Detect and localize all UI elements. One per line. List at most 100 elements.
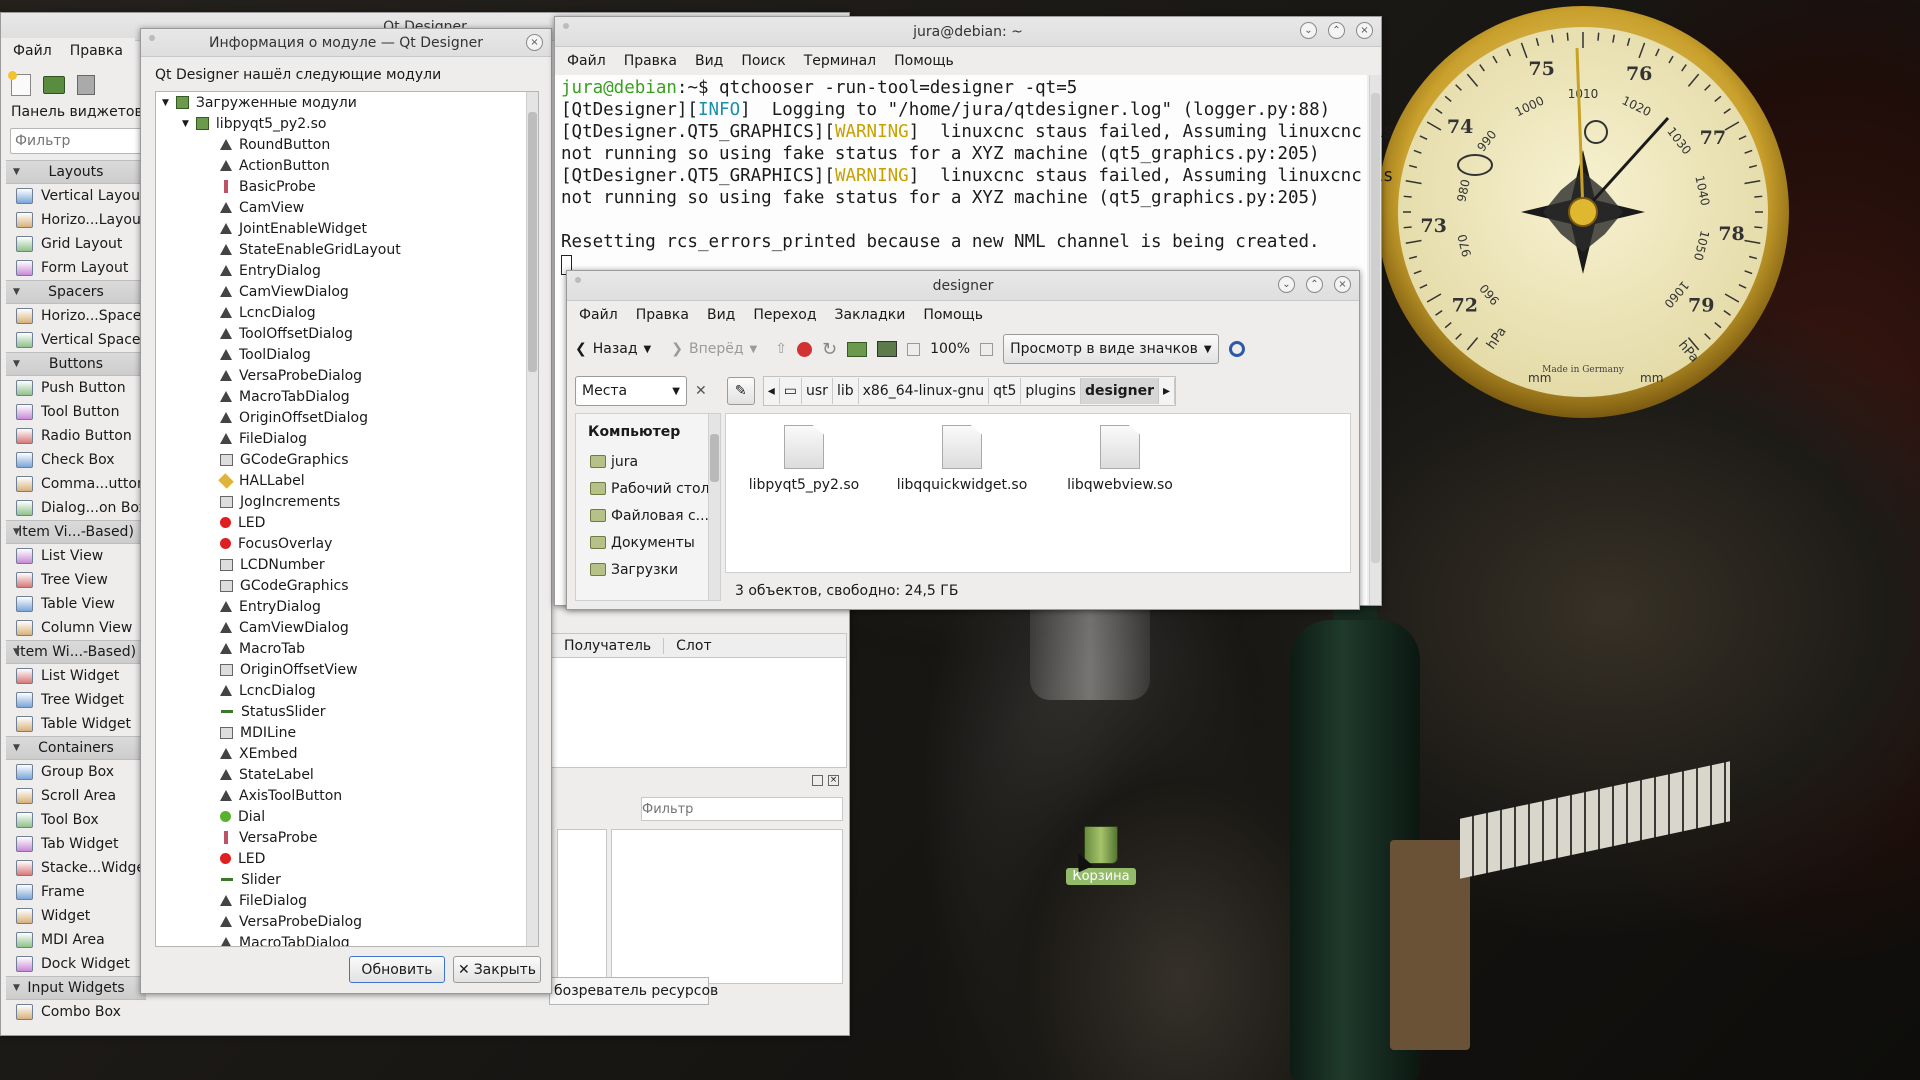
crumb-usr[interactable]: usr (802, 378, 833, 404)
plugin-widget-item[interactable]: LED (156, 512, 538, 533)
edit-path-icon[interactable]: ✎ (726, 377, 755, 405)
plugin-widget-item[interactable]: CamViewDialog (156, 281, 538, 302)
plugin-widget-item[interactable]: ToolOffsetDialog (156, 323, 538, 344)
plugin-widget-item[interactable]: JogIncrements (156, 491, 538, 512)
fm-menu-item[interactable]: Переход (753, 307, 816, 323)
terminal-menu-item[interactable]: Терминал (804, 53, 876, 69)
designer-menu-file[interactable]: Файл (13, 43, 52, 59)
fm-maximize-icon[interactable]: ⌃ (1306, 276, 1323, 293)
file-item[interactable]: libqwebview.so (1055, 425, 1185, 493)
widget-item[interactable]: Combo Box (6, 1000, 146, 1020)
plugin-widget-item[interactable]: JointEnableWidget (156, 218, 538, 239)
sidebar-scrollbar[interactable] (708, 414, 720, 600)
plugin-widget-item[interactable]: Dial (156, 806, 538, 827)
fm-menu-item[interactable]: Закладки (835, 307, 906, 323)
sidebar-item[interactable]: Загрузки (576, 556, 720, 583)
fm-menu-item[interactable]: Правка (636, 307, 689, 323)
open-folder-icon[interactable] (43, 76, 65, 94)
plugin-info-dialog[interactable]: Информация о модуле — Qt Designer × Qt D… (140, 28, 552, 994)
plugin-widget-item[interactable]: GCodeGraphics (156, 449, 538, 470)
search-icon[interactable] (1228, 341, 1245, 357)
widget-item[interactable]: Tool Button (6, 400, 146, 424)
dock-close-icon[interactable]: × (828, 775, 839, 786)
widget-item[interactable]: Horizo...Spacer (6, 304, 146, 328)
widget-item[interactable]: Grid Layout (6, 232, 146, 256)
plugin-tree-scrollbar[interactable] (526, 92, 538, 946)
plugin-dialog-titlebar[interactable]: Информация о модуле — Qt Designer × (141, 29, 551, 57)
widget-item[interactable]: Dialog...on Box (6, 496, 146, 520)
widget-item[interactable]: Tab Widget (6, 832, 146, 856)
dock-float-icon[interactable] (812, 775, 823, 786)
plugin-widget-item[interactable]: OriginOffsetDialog (156, 407, 538, 428)
plugin-tree[interactable]: ▼ Загруженные модули ▼ libpyqt5_py2.so Rou… (155, 91, 539, 947)
widget-category[interactable]: ▼ Item Wi...-Based) (6, 640, 146, 664)
plugin-widget-item[interactable]: StateLabel (156, 764, 538, 785)
plugin-widget-item[interactable]: BasicProbe (156, 176, 538, 197)
col-receiver[interactable]: Получатель (552, 637, 665, 654)
crumb-lib[interactable]: lib (833, 378, 859, 404)
plugin-widget-item[interactable]: MacroTabDialog (156, 932, 538, 946)
terminal-menu-item[interactable]: Помощь (894, 53, 954, 69)
reload-icon[interactable]: ↻ (822, 339, 837, 360)
widget-category[interactable]: ▼ Spacers (6, 280, 146, 304)
refresh-button[interactable]: Обновить (349, 956, 445, 983)
plugin-widget-item[interactable]: AxisToolButton (156, 785, 538, 806)
fm-menu-item[interactable]: Вид (707, 307, 735, 323)
crumb-right-arrow-icon[interactable]: ▸ (1159, 378, 1176, 404)
plugin-widget-item[interactable]: VersaProbeDialog (156, 365, 538, 386)
plugin-widget-item[interactable]: FileDialog (156, 428, 538, 449)
widget-item[interactable]: Tool Box (6, 808, 146, 832)
terminal-minimize-icon[interactable]: ⌄ (1300, 22, 1317, 39)
terminal-close-icon[interactable]: × (1356, 22, 1373, 39)
widget-item[interactable]: Dock Widget (6, 952, 146, 976)
plugin-widget-item[interactable]: ToolDialog (156, 344, 538, 365)
widget-item[interactable]: Check Box (6, 448, 146, 472)
close-button[interactable]: ✕ Закрыть (453, 956, 541, 983)
computer-icon[interactable] (877, 341, 898, 357)
file-manager-window[interactable]: designer ⌄ ⌃ × Файл Правка Вид Переход Закла… (566, 270, 1360, 610)
zoom-in-icon[interactable] (980, 342, 994, 356)
forward-dropdown-icon[interactable]: ▼ (750, 344, 758, 355)
widget-item[interactable]: Table Widget (6, 712, 146, 736)
save-icon[interactable] (77, 75, 95, 95)
file-item[interactable]: libqquickwidget.so (897, 425, 1027, 493)
sidebar-item[interactable]: Файловая с... (576, 502, 720, 529)
plugin-widget-item[interactable]: MDILine (156, 722, 538, 743)
plugin-widget-item[interactable]: OriginOffsetView (156, 659, 538, 680)
fm-titlebar[interactable]: designer ⌄ ⌃ × (567, 271, 1359, 301)
terminal-menu-item[interactable]: Поиск (741, 53, 785, 69)
widget-category[interactable]: ▼ Input Widgets (6, 976, 146, 1000)
terminal-maximize-icon[interactable]: ⌃ (1328, 22, 1345, 39)
widget-item[interactable]: Scroll Area (6, 784, 146, 808)
widget-item[interactable]: Form Layout (6, 256, 146, 280)
widget-category[interactable]: ▼ Containers (6, 736, 146, 760)
widget-item[interactable]: Frame (6, 880, 146, 904)
zoom-out-icon[interactable] (907, 342, 921, 356)
crumb-root-icon[interactable]: ▭ (780, 378, 802, 404)
terminal-menu-item[interactable]: Вид (695, 53, 723, 69)
plugin-widget-item[interactable]: StatusSlider (156, 701, 538, 722)
plugin-widget-item[interactable]: VersaProbeDialog (156, 911, 538, 932)
stop-icon[interactable] (796, 341, 812, 357)
terminal-titlebar[interactable]: jura@debian: ~ ⌄ ⌃ × (555, 17, 1381, 47)
plugin-widget-item[interactable]: HALLabel (156, 470, 538, 491)
plugin-widget-item[interactable]: CamView (156, 197, 538, 218)
widget-category[interactable]: ▼ Item Vi...-Based) (6, 520, 146, 544)
new-file-icon[interactable] (8, 71, 31, 96)
plugin-widget-item[interactable]: FileDialog (156, 890, 538, 911)
fm-close-icon[interactable]: × (1334, 276, 1351, 293)
plugin-widget-item[interactable]: LCDNumber (156, 554, 538, 575)
crumb-designer[interactable]: designer (1080, 378, 1160, 404)
widget-item[interactable]: Vertical Layout (6, 184, 146, 208)
widget-item[interactable]: Group Box (6, 760, 146, 784)
sidebar-item[interactable]: Документы (576, 529, 720, 556)
tree-plugin[interactable]: ▼ libpyqt5_py2.so (156, 113, 538, 134)
widget-item[interactable]: Tree Widget (6, 688, 146, 712)
widget-filter-input[interactable] (10, 128, 143, 154)
close-sidebar-icon[interactable]: ✕ (695, 383, 707, 399)
terminal-menu-item[interactable]: Правка (624, 53, 677, 69)
sidebar-item[interactable]: Рабочий стол (576, 475, 720, 502)
widget-item[interactable]: Vertical Spacer (6, 328, 146, 352)
back-button[interactable]: ❮ Назад ▼ (575, 341, 651, 357)
fm-menu-item[interactable]: Файл (579, 307, 618, 323)
